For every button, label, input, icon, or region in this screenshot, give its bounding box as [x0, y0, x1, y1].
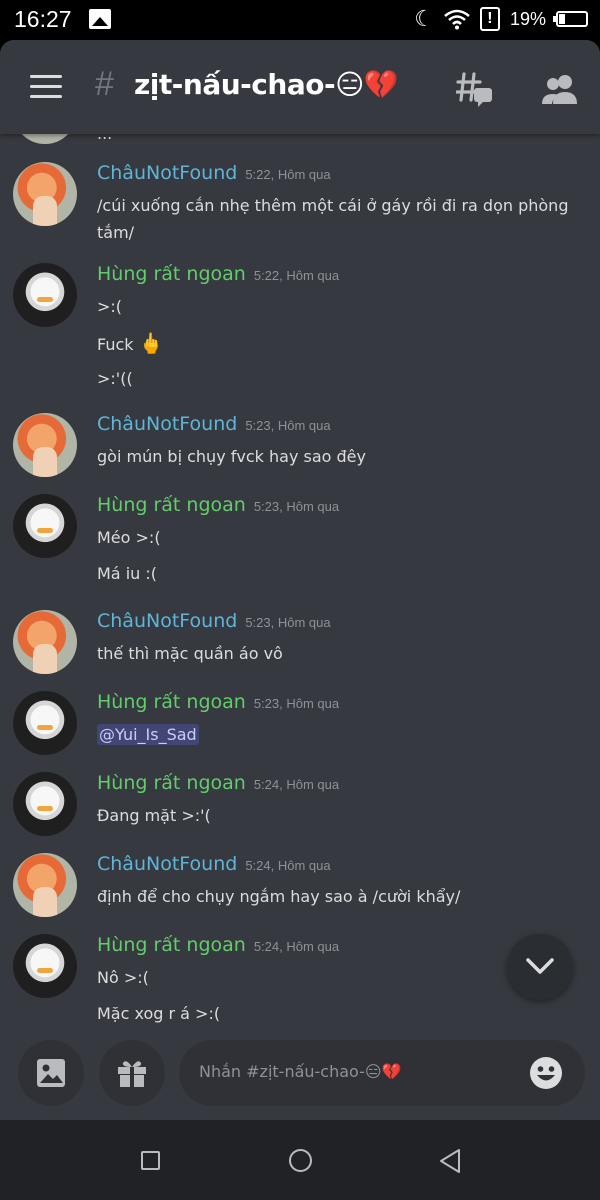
timestamp: 5:24, Hôm qua: [245, 858, 331, 873]
status-time: 16:27: [14, 6, 72, 32]
message-text: Méo >:(: [97, 528, 161, 547]
avatar[interactable]: [13, 853, 77, 917]
timestamp: 5:24, Hôm qua: [253, 939, 340, 954]
avatar[interactable]: [13, 162, 77, 226]
recents-button[interactable]: [141, 1151, 160, 1170]
alert-icon: !: [479, 7, 500, 31]
avatar[interactable]: [13, 413, 77, 477]
message-header: Hùng rất ngoan 5:24, Hôm qua: [97, 934, 339, 956]
gift-icon: [118, 1061, 146, 1087]
message-input-placeholder: Nhắn #zịt-nấu-chao-😑💔: [199, 1062, 402, 1081]
avatar[interactable]: [13, 691, 77, 755]
avatar[interactable]: [13, 134, 77, 144]
author-name[interactable]: ChâuNotFound: [97, 853, 237, 875]
message-text: tắm/: [97, 223, 135, 242]
channel-hash-icon: #: [95, 65, 114, 103]
middle-finger-emoji: 🖕: [138, 331, 164, 355]
author-name[interactable]: Hùng rất ngoan: [97, 934, 246, 956]
message-header: ChâuNotFound 5:23, Hôm qua: [97, 413, 331, 435]
battery-percent: 19%: [509, 8, 546, 29]
chevron-down-icon: [526, 958, 554, 974]
message-header: ChâuNotFound 5:24, Hôm qua: [97, 853, 331, 875]
message-text: Mặc xog r á >:(: [97, 1004, 221, 1023]
message-text: ...: [97, 134, 112, 143]
status-bar: 16:27 ☾ ! 19%: [0, 0, 600, 40]
message-text-content: Fuck: [97, 335, 134, 354]
threads-icon[interactable]: [456, 70, 494, 108]
channel-header: # zịt-nấu-chao-😑💔: [0, 40, 600, 134]
message-text: Nô >:(: [97, 968, 149, 987]
gift-button[interactable]: [99, 1040, 165, 1106]
message-header: Hùng rất ngoan 5:23, Hôm qua: [97, 691, 339, 713]
jump-to-bottom-button[interactable]: [507, 934, 573, 1000]
status-icons: ☾ ! 19%: [414, 6, 588, 32]
message-text: thế thì mặc quần áo vô: [97, 644, 283, 663]
author-name[interactable]: Hùng rất ngoan: [97, 494, 246, 516]
image-icon: [37, 1059, 65, 1087]
discord-app: # zịt-nấu-chao-😑💔 ... ChâuNotFound 5:22, …: [0, 40, 600, 1120]
avatar[interactable]: [13, 772, 77, 836]
avatar[interactable]: [13, 934, 77, 998]
author-name[interactable]: ChâuNotFound: [97, 610, 237, 632]
message-header: Hùng rất ngoan 5:23, Hôm qua: [97, 494, 339, 516]
message-header: Hùng rất ngoan 5:22, Hôm qua: [97, 263, 339, 285]
avatar[interactable]: [13, 494, 77, 558]
message-text: Đang mặt >:'(: [97, 806, 211, 825]
members-icon[interactable]: [541, 70, 579, 108]
message-list[interactable]: ... ChâuNotFound 5:22, Hôm qua /cúi xuống…: [0, 134, 600, 1038]
user-mention[interactable]: @Yui_Is_Sad: [97, 724, 199, 745]
author-name[interactable]: ChâuNotFound: [97, 162, 237, 184]
message-composer: Nhắn #zịt-nấu-chao-😑💔: [0, 1038, 600, 1120]
timestamp: 5:24, Hôm qua: [253, 777, 340, 792]
message-text: @Yui_Is_Sad: [97, 724, 199, 745]
message-input[interactable]: Nhắn #zịt-nấu-chao-😑💔: [179, 1040, 585, 1106]
timestamp: 5:22, Hôm qua: [253, 268, 340, 283]
timestamp: 5:23, Hôm qua: [253, 696, 340, 711]
message-text: >:(: [97, 297, 123, 316]
message-text: Má iu :(: [97, 564, 157, 583]
gallery-notification-icon: [89, 9, 111, 29]
hamburger-icon[interactable]: [30, 75, 62, 99]
system-nav-bar: [0, 1120, 600, 1200]
channel-title[interactable]: zịt-nấu-chao-😑💔: [134, 68, 399, 101]
timestamp: 5:23, Hôm qua: [245, 615, 331, 630]
message-text: >:'((: [97, 369, 133, 388]
upload-image-button[interactable]: [18, 1040, 84, 1106]
do-not-disturb-icon: ☾: [414, 6, 434, 31]
timestamp: 5:22, Hôm qua: [245, 167, 331, 182]
message-text: Fuck 🖕: [97, 331, 164, 355]
author-name[interactable]: Hùng rất ngoan: [97, 772, 246, 794]
home-button[interactable]: [289, 1149, 312, 1172]
message-header: Hùng rất ngoan 5:24, Hôm qua: [97, 772, 339, 794]
author-name[interactable]: ChâuNotFound: [97, 413, 237, 435]
message-header: ChâuNotFound 5:23, Hôm qua: [97, 610, 331, 632]
message-text: định để cho chụy ngắm hay sao à /cười kh…: [97, 887, 461, 906]
author-name[interactable]: Hùng rất ngoan: [97, 691, 246, 713]
battery-icon: [553, 11, 588, 27]
timestamp: 5:23, Hôm qua: [253, 499, 340, 514]
author-name[interactable]: Hùng rất ngoan: [97, 263, 246, 285]
timestamp: 5:23, Hôm qua: [245, 418, 331, 433]
message-text: gòi mún bị chụy fvck hay sao đêy: [97, 447, 366, 466]
wifi-icon: [444, 9, 470, 30]
avatar[interactable]: [13, 263, 77, 327]
avatar[interactable]: [13, 610, 77, 674]
back-icon[interactable]: [438, 1148, 462, 1174]
message-header: ChâuNotFound 5:22, Hôm qua: [97, 162, 331, 184]
emoji-icon[interactable]: [529, 1056, 563, 1090]
message-text: /cúi xuống cắn nhẹ thêm một cái ở gáy rồ…: [97, 196, 569, 215]
